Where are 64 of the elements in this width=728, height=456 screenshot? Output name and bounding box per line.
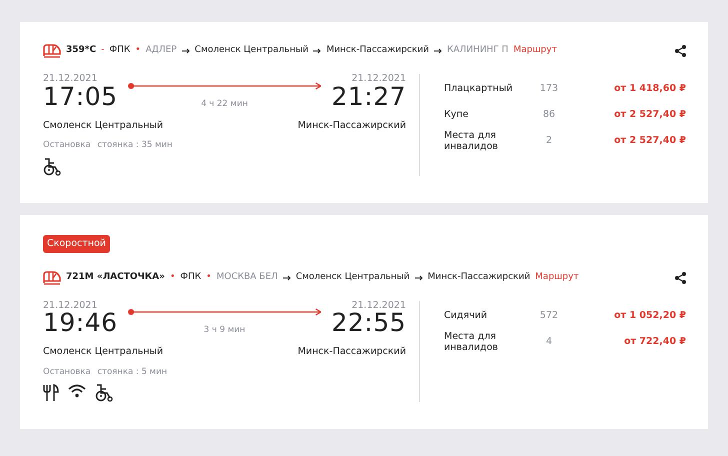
arrow-icon [434, 48, 442, 54]
train-icon [43, 270, 61, 285]
seat-count: 173 [538, 82, 560, 96]
travel-duration: 4 ч 22 мин [200, 98, 249, 110]
fare-price[interactable]: от 1 052,20 ₽ [574, 308, 686, 323]
route-link[interactable]: Маршрут [535, 271, 579, 284]
stop-duration: стоянка : 35 мин [97, 140, 172, 150]
wheelchair-icon [95, 384, 113, 402]
fare-price[interactable]: от 722,40 ₽ [574, 335, 686, 350]
departure-station: Смоленск Центральный [43, 118, 164, 132]
arrival-station: Минск-Пассажирский [298, 345, 406, 360]
seat-type: Плацкартный [444, 83, 514, 95]
separator: • [170, 271, 176, 284]
route-station: АДЛЕР [146, 44, 177, 58]
carrier-name: ФПК [109, 44, 130, 58]
seat-type: Места для инвалидов [444, 330, 500, 354]
route-link[interactable]: Маршрут [513, 44, 557, 58]
route-station: МОСКВА БЕЛ [216, 271, 278, 284]
arrival-time: 21:27 [331, 84, 406, 108]
carrier-name: ФПК [180, 271, 202, 284]
seat-count: 2 [544, 134, 554, 148]
category-badge: Скоростной [43, 234, 110, 253]
departure-station: Смоленск Центральный [43, 345, 164, 360]
separator: • [206, 271, 212, 284]
seat-type: Сидячий [444, 310, 488, 322]
arrow-icon [282, 274, 291, 281]
route-station: Смоленск Центральный [296, 271, 410, 284]
stop-label: Остановка [43, 140, 91, 150]
stop-label: Остановка [43, 366, 91, 376]
seat-count: 572 [538, 308, 560, 323]
arrival-time: 22:55 [331, 310, 406, 336]
separator: • [135, 44, 141, 58]
fare-price[interactable]: от 2 527,40 ₽ [574, 134, 686, 149]
arrival-date: 21.12.2021 [350, 74, 406, 84]
departure-time: 17:05 [43, 84, 118, 108]
route-station: Минск-Пассажирский [428, 271, 530, 284]
seat-count: 86 [542, 108, 556, 122]
arrival-station: Минск-Пассажирский [298, 118, 406, 132]
route-station: Минск-Пассажирский [326, 44, 430, 58]
seat-count: 4 [544, 335, 554, 350]
fare-price[interactable]: от 1 418,60 ₽ [574, 82, 686, 96]
route-station: Смоленск Центральный [194, 44, 308, 58]
arrow-icon [414, 274, 423, 281]
seat-type: Купе [444, 109, 470, 121]
separator: - [101, 44, 104, 58]
departure-date: 21.12.2021 [43, 300, 98, 310]
wheelchair-icon [43, 158, 61, 176]
train-number: 359*С [66, 44, 96, 58]
wifi-icon [68, 384, 86, 398]
stop-duration: стоянка : 5 мин [97, 366, 168, 376]
share-icon[interactable] [675, 272, 686, 284]
arrival-date: 21.12.2021 [350, 300, 406, 310]
train-icon [43, 44, 61, 58]
travel-duration: 3 ч 9 мин [202, 324, 246, 337]
arrow-icon [313, 48, 322, 54]
share-icon[interactable] [675, 45, 686, 57]
arrow-icon [182, 48, 190, 54]
fork-knife-icon [43, 384, 59, 402]
departure-date: 21.12.2021 [43, 74, 98, 84]
departure-time: 19:46 [43, 310, 118, 336]
fare-price[interactable]: от 2 527,40 ₽ [574, 108, 686, 122]
route-station: КАЛИНИНГ П [447, 44, 508, 58]
seat-type: Места для инвалидов [444, 130, 500, 153]
train-number: 721М «ЛАСТОЧКА» [66, 271, 165, 284]
